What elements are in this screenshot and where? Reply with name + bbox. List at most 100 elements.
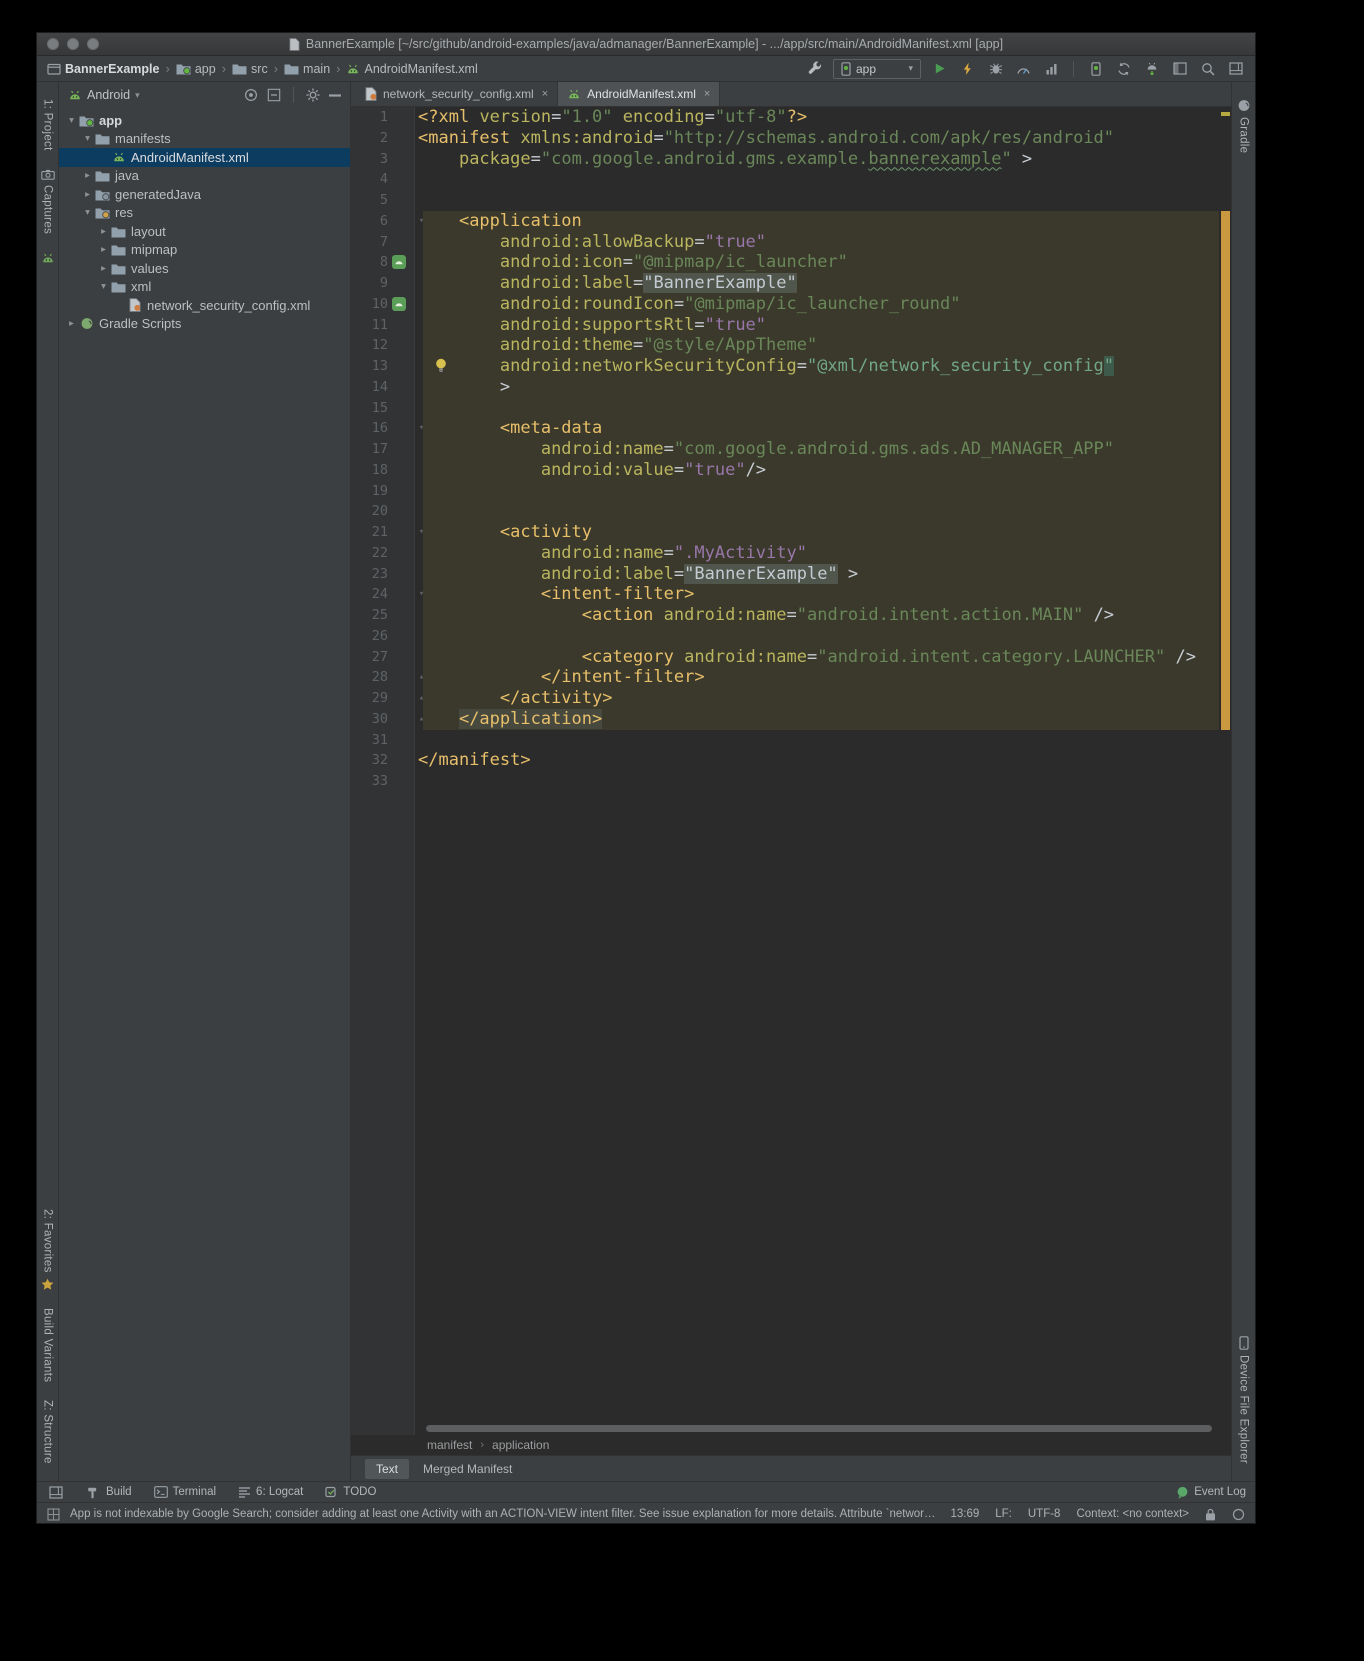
indicator-circle-icon[interactable]	[1232, 1508, 1245, 1521]
tool-window-button-terminal[interactable]: Terminal	[154, 1486, 216, 1498]
tree-arrow-icon[interactable]: ▾	[65, 115, 78, 126]
code-line[interactable]	[415, 190, 1219, 211]
breadcrumb-main[interactable]: main	[284, 62, 330, 76]
tree-arrow-icon[interactable]: ▸	[65, 318, 78, 329]
breadcrumb-androidmanifest-xml[interactable]: AndroidManifest.xml	[346, 62, 477, 76]
view-tab-text[interactable]: Text	[365, 1459, 409, 1479]
code-line[interactable]: >	[415, 377, 1219, 398]
fold-marker-icon[interactable]: ▾	[415, 421, 428, 436]
tool-window-switcher-icon[interactable]	[46, 1483, 65, 1502]
code-line[interactable]	[415, 730, 1219, 751]
launcher-preview-icon[interactable]	[391, 296, 407, 312]
code-line[interactable]	[415, 501, 1219, 522]
horizontal-scrollbar[interactable]	[426, 1425, 1212, 1432]
intention-bulb-icon[interactable]	[435, 358, 448, 374]
code-line[interactable]: </intent-filter>	[415, 667, 1219, 688]
project-tree-item-values[interactable]: ▸values	[59, 259, 350, 278]
encoding-indicator[interactable]: UTF-8	[1028, 1508, 1061, 1520]
project-tree-item-mipmap[interactable]: ▸mipmap	[59, 241, 350, 260]
launcher-preview-icon[interactable]	[391, 254, 407, 270]
tool-window-button-build[interactable]: Build	[87, 1486, 132, 1499]
code-line[interactable]: android:allowBackup="true"	[415, 232, 1219, 253]
code-line[interactable]	[415, 771, 1219, 792]
gauge-button[interactable]	[1014, 59, 1033, 78]
caret-position[interactable]: 13:69	[950, 1508, 979, 1520]
tool-window-grid-icon[interactable]	[47, 1508, 60, 1521]
code-line[interactable]: android:name="com.google.android.gms.ads…	[415, 439, 1219, 460]
bars-button[interactable]	[1042, 59, 1061, 78]
code-line[interactable]: android:name=".MyActivity"	[415, 543, 1219, 564]
code-line[interactable]: </activity>	[415, 688, 1219, 709]
fold-marker-icon[interactable]: ▴	[415, 712, 428, 727]
inspector-button[interactable]	[1170, 59, 1189, 78]
fold-marker-icon[interactable]: ▾	[415, 525, 428, 540]
project-tree-item-java[interactable]: ▸java	[59, 167, 350, 186]
gear-icon[interactable]	[306, 88, 320, 102]
view-tab-merged-manifest[interactable]: Merged Manifest	[412, 1459, 523, 1479]
code-line[interactable]: <?xml version="1.0" encoding="utf-8"?>	[415, 107, 1219, 128]
zoom-window-button[interactable]	[87, 38, 99, 50]
close-tab-icon[interactable]: ×	[542, 88, 548, 100]
search-button[interactable]	[1198, 59, 1217, 78]
code-line[interactable]: android:supportsRtl="true"	[415, 315, 1219, 336]
tool-window-button-z-structure[interactable]: Z: Structure	[42, 1400, 54, 1464]
fold-marker-icon[interactable]: ▾	[415, 587, 428, 602]
code-line[interactable]: </application>	[415, 709, 1219, 730]
target-icon[interactable]	[244, 88, 258, 102]
project-tree[interactable]: ▾app▾manifestsAndroidManifest.xml▸java▸g…	[59, 108, 350, 333]
editor-tab-androidmanifest-xml[interactable]: AndroidManifest.xml×	[558, 82, 720, 106]
tree-arrow-icon[interactable]: ▸	[97, 244, 110, 255]
project-tree-item-layout[interactable]: ▸layout	[59, 222, 350, 241]
tool-window-button-device-file-explorer[interactable]: Device File Explorer	[1238, 1336, 1250, 1464]
fold-marker-icon[interactable]: ▴	[415, 670, 428, 685]
tree-arrow-icon[interactable]: ▾	[81, 133, 94, 144]
code-line[interactable]: <category android:name="android.intent.c…	[415, 647, 1219, 668]
bolt-button[interactable]	[958, 59, 977, 78]
code-line[interactable]	[415, 481, 1219, 502]
bug-button[interactable]	[986, 59, 1005, 78]
code-line[interactable]: android:value="true"/>	[415, 460, 1219, 481]
code-editor[interactable]: <?xml version="1.0" encoding="utf-8"?> <m…	[415, 107, 1219, 1435]
tool-window-button-1-project[interactable]: 1: Project	[42, 99, 54, 151]
project-view-selector[interactable]: Android	[87, 88, 130, 102]
project-tree-item-manifests[interactable]: ▾manifests	[59, 130, 350, 149]
tool-window-button-captures[interactable]: Captures	[41, 169, 55, 234]
code-line[interactable]: <application	[415, 211, 1219, 232]
project-tree-item-network-security-config-xml[interactable]: network_security_config.xml	[59, 296, 350, 315]
fold-marker-icon[interactable]: ▴	[415, 691, 428, 706]
minimize-window-button[interactable]	[67, 38, 79, 50]
run-button[interactable]	[930, 59, 949, 78]
sync-button[interactable]	[1114, 59, 1133, 78]
code-line[interactable]	[415, 169, 1219, 190]
panel-button[interactable]	[1226, 59, 1245, 78]
tree-arrow-icon[interactable]: ▾	[97, 281, 110, 292]
code-line[interactable]: android:label="BannerExample"	[415, 273, 1219, 294]
project-tree-item-generatedjava[interactable]: ▸generatedJava	[59, 185, 350, 204]
code-line[interactable]: android:theme="@style/AppTheme"	[415, 335, 1219, 356]
project-tree-item-xml[interactable]: ▾xml	[59, 278, 350, 297]
code-line[interactable]: package="com.google.android.gms.example.…	[415, 149, 1219, 170]
breadcrumb-bannerexample[interactable]: BannerExample	[47, 62, 159, 76]
code-line[interactable]: <meta-data	[415, 418, 1219, 439]
code-line[interactable]: <intent-filter>	[415, 584, 1219, 605]
editor-gutter[interactable]: 1234567891011121314151617181920212223242…	[351, 107, 415, 1435]
code-line[interactable]: android:label="BannerExample" >	[415, 564, 1219, 585]
tree-arrow-icon[interactable]: ▾	[81, 207, 94, 218]
code-line[interactable]	[415, 626, 1219, 647]
tool-window-button-gradle[interactable]: Gradle	[1237, 99, 1251, 153]
code-line[interactable]: <activity	[415, 522, 1219, 543]
tree-arrow-icon[interactable]: ▸	[97, 263, 110, 274]
project-tree-item-androidmanifest-xml[interactable]: AndroidManifest.xml	[59, 148, 350, 167]
close-tab-icon[interactable]: ×	[704, 88, 710, 100]
code-line[interactable]	[415, 398, 1219, 419]
status-message[interactable]: App is not indexable by Google Search; c…	[70, 1508, 940, 1520]
tree-arrow-icon[interactable]: ▸	[81, 170, 94, 181]
tool-window-button-build-variants[interactable]: Build Variants	[42, 1308, 54, 1382]
tree-arrow-icon[interactable]: ▸	[81, 189, 94, 200]
tree-arrow-icon[interactable]: ▸	[97, 226, 110, 237]
breadcrumb-app[interactable]: app	[176, 62, 216, 76]
fold-marker-icon[interactable]: ▾	[415, 214, 428, 229]
tool-window-button-android[interactable]	[41, 252, 55, 264]
code-line[interactable]: </manifest>	[415, 750, 1219, 771]
xml-breadcrumb-manifest[interactable]: manifest	[427, 1438, 472, 1452]
